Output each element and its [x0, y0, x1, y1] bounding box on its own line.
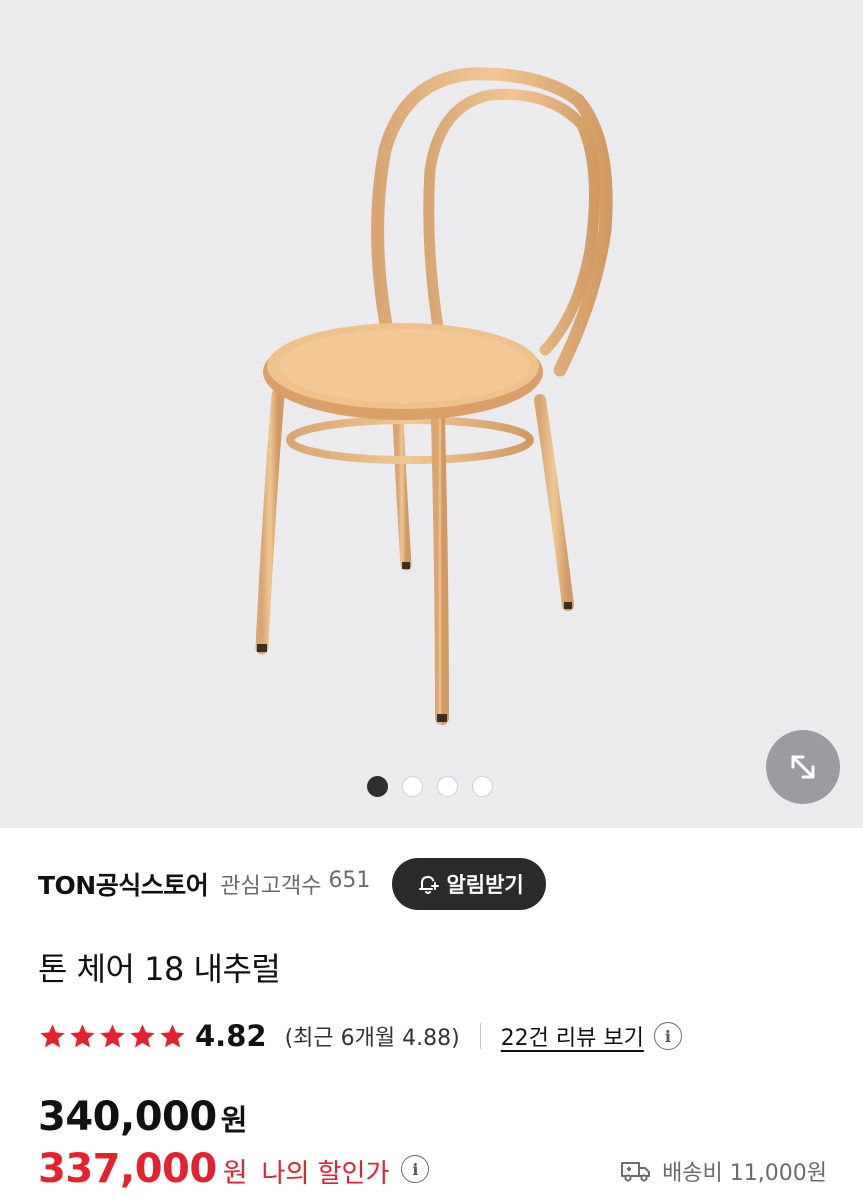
truck-icon — [621, 1162, 651, 1182]
star-icon — [100, 1023, 125, 1047]
expand-image-button[interactable] — [766, 730, 840, 804]
alarm-button-label: 알림받기 — [446, 873, 524, 897]
sale-price-unit: 원 — [222, 1158, 248, 1189]
followers-number: 651 — [328, 868, 371, 893]
rating-stars — [38, 1022, 187, 1051]
sale-price-value: 337,000 — [38, 1146, 217, 1192]
carousel-dots — [367, 776, 493, 797]
expand-arrows-icon — [791, 755, 815, 779]
star-icon — [160, 1023, 185, 1047]
original-price-value: 340,000 — [38, 1094, 217, 1140]
rating-row: 4.82 (최근 6개월 4.88) 22건 리뷰 보기 i — [38, 1016, 682, 1056]
carousel-dot-3[interactable] — [437, 776, 458, 797]
alarm-button[interactable]: 알림받기 — [392, 858, 546, 910]
rating-score: 4.82 — [195, 1019, 267, 1053]
carousel-dot-1[interactable] — [367, 776, 388, 797]
bell-plus-icon — [419, 876, 440, 894]
product-image[interactable] — [0, 0, 863, 828]
sale-price: 337,000 원 나의 할인가 i — [38, 1146, 430, 1192]
carousel-dot-2[interactable] — [402, 776, 423, 797]
original-price-unit: 원 — [220, 1103, 248, 1137]
original-price: 340,000 원 — [38, 1094, 247, 1140]
recent-rating: (최근 6개월 4.88) — [284, 1026, 460, 1051]
shipping-info: 배송비 11,000원 — [620, 1155, 827, 1187]
star-icon — [70, 1023, 95, 1047]
sale-price-label: 나의 할인가 — [261, 1159, 390, 1189]
product-title: 톤 체어 18 내추럴 — [38, 950, 281, 988]
star-icon — [130, 1023, 155, 1047]
info-icon[interactable]: i — [401, 1155, 430, 1183]
followers-label: 관심고객수 — [220, 874, 322, 899]
store-name[interactable]: TON공식스토어 — [38, 866, 209, 902]
carousel-dot-4[interactable] — [472, 776, 493, 797]
followers-count: 관심고객수 651 — [220, 868, 370, 900]
store-row: TON공식스토어 관심고객수 651 알림받기 — [38, 858, 546, 910]
star-icon — [40, 1023, 65, 1047]
divider — [479, 1023, 481, 1049]
chair-photo — [255, 67, 613, 725]
info-icon[interactable]: i — [653, 1022, 682, 1050]
shipping-label: 배송비 11,000원 — [662, 1161, 827, 1186]
reviews-link[interactable]: 22건 리뷰 보기 — [501, 1020, 644, 1052]
